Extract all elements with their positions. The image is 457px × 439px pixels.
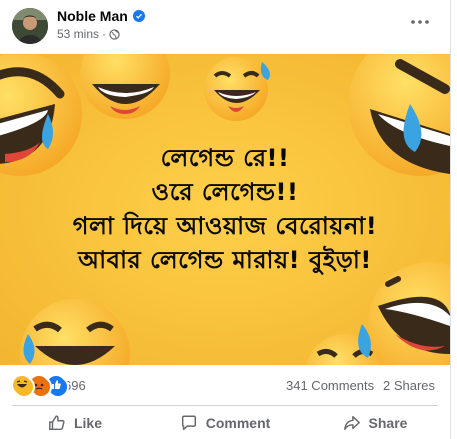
share-label: Share (368, 414, 408, 431)
facebook-post: Noble Man 53 mins · লেগেন্ড রে!! ওরে লেগ… (0, 0, 451, 439)
verified-badge-icon (132, 10, 145, 22)
share-button[interactable]: Share (300, 406, 450, 439)
post-stats: 696 341 Comments 2 Shares (0, 365, 450, 405)
image-caption: লেগেন্ড রে!! ওরে লেগেন্ড!! গলা দিয়ে আওয… (0, 141, 450, 277)
comment-button[interactable]: Comment (150, 406, 300, 439)
meta-separator: · (102, 27, 107, 41)
comment-label: Comment (205, 414, 271, 431)
post-time[interactable]: 53 mins (57, 27, 99, 41)
caption-line-3: গলা দিয়ে আওয়াজ বেরোয়না! (72, 212, 378, 240)
share-arrow-icon (343, 415, 360, 430)
comments-count[interactable]: 341 Comments (286, 378, 374, 393)
avatar-photo-icon (12, 8, 48, 44)
caption-line-2: ওরে লেগেন্ড!! (151, 178, 299, 206)
shares-count[interactable]: 2 Shares (383, 378, 435, 393)
public-globe-icon (109, 28, 120, 40)
author-avatar[interactable] (12, 8, 48, 44)
like-label: Like (73, 414, 102, 431)
reaction-icons[interactable] (13, 376, 69, 398)
post-header: Noble Man 53 mins · (0, 0, 450, 54)
haha-reaction-icon (13, 376, 35, 398)
post-meta: 53 mins · (57, 27, 120, 41)
more-options-icon[interactable] (408, 10, 432, 34)
post-actions: Like Comment Share (0, 406, 450, 439)
post-image[interactable]: লেগেন্ড রে!! ওরে লেগেন্ড!! গলা দিয়ে আওয… (0, 54, 450, 365)
author-name-row: Noble Man (57, 8, 145, 24)
caption-line-1: লেগেন্ড রে!! (160, 144, 290, 172)
comment-icon (181, 415, 196, 430)
author-name[interactable]: Noble Man (57, 8, 128, 24)
like-button[interactable]: Like (0, 406, 150, 439)
thumbs-up-icon (49, 414, 65, 430)
caption-line-4: আবার লেগেন্ড মারায়! বুইড়া! (78, 246, 372, 274)
